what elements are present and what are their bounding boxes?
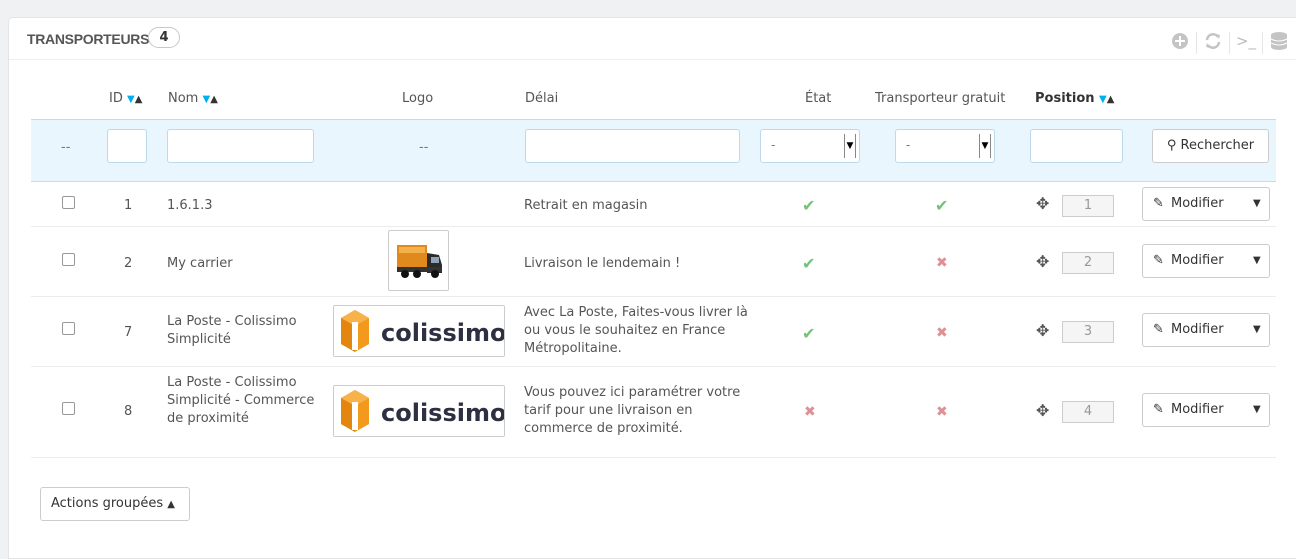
header-free: Transporteur gratuit — [875, 91, 1006, 106]
svg-text:colissimo: colissimo — [381, 319, 504, 347]
header-state: État — [805, 91, 832, 106]
row-name: La Poste - Colissimo Simplicité — [167, 314, 297, 347]
row-delay: Retrait en magasin — [524, 198, 648, 213]
row-id: 7 — [124, 325, 133, 340]
drag-handle-icon[interactable]: ✥ — [1036, 252, 1049, 271]
enabled-check-icon[interactable]: ✔ — [802, 254, 815, 273]
row-delay: Vous pouvez ici paramétrer votre tarif p… — [524, 385, 741, 436]
bulk-actions-button[interactable]: Actions groupées ▲ — [40, 487, 190, 521]
carrier-count-badge: 4 — [148, 27, 180, 48]
row-id: 8 — [124, 404, 133, 419]
chevron-down-icon: ▼ — [844, 134, 856, 158]
drag-handle-icon[interactable]: ✥ — [1036, 321, 1049, 340]
edit-button[interactable]: ✎ Modifier ▼ — [1142, 187, 1270, 221]
row-id: 2 — [124, 256, 133, 271]
row-checkbox[interactable] — [62, 196, 75, 209]
filter-row: -- -- - ▼ - ▼ ⚲ Rechercher — [31, 119, 1276, 182]
caret-up-icon: ▲ — [167, 499, 175, 510]
drag-handle-icon[interactable]: ✥ — [1036, 401, 1049, 420]
carrier-logo-colissimo: colissimo — [333, 305, 506, 357]
row-name: La Poste - Colissimo Simplicité - Commer… — [167, 375, 315, 426]
delay-filter-input[interactable] — [525, 129, 740, 163]
header-name[interactable]: Nom ▼▲ — [168, 91, 218, 106]
header-position[interactable]: Position ▼▲ — [1035, 91, 1114, 106]
sort-arrows-icon[interactable]: ▼▲ — [1099, 94, 1114, 105]
drag-handle-icon[interactable]: ✥ — [1036, 194, 1049, 213]
not-free-cross-icon[interactable]: ✖ — [936, 255, 948, 271]
checkbox-filter-placeholder: -- — [61, 140, 71, 155]
panel-heading: TRANSPORTEURS 4 >_ — [9, 18, 1296, 60]
refresh-icon[interactable] — [1202, 30, 1224, 52]
search-icon: ⚲ — [1166, 138, 1177, 153]
state-filter-select[interactable]: - ▼ — [760, 129, 860, 163]
chevron-down-icon[interactable]: ▼ — [1253, 394, 1261, 426]
enabled-check-icon[interactable]: ✔ — [802, 196, 815, 215]
position-value: 3 — [1062, 321, 1114, 343]
position-value: 2 — [1062, 252, 1114, 274]
row-checkbox[interactable] — [62, 253, 75, 266]
row-delay: Avec La Poste, Faites-vous livrer là ou … — [524, 305, 748, 356]
chevron-down-icon[interactable]: ▼ — [1253, 245, 1261, 277]
free-check-icon[interactable]: ✔ — [935, 196, 948, 215]
search-button[interactable]: ⚲ Rechercher — [1152, 129, 1269, 163]
sort-arrows-icon[interactable]: ▼▲ — [202, 94, 217, 105]
chevron-down-icon: ▼ — [979, 134, 991, 158]
edit-button[interactable]: ✎ Modifier ▼ — [1142, 244, 1270, 278]
edit-button[interactable]: ✎ Modifier ▼ — [1142, 313, 1270, 347]
position-value: 1 — [1062, 195, 1114, 217]
header-logo: Logo — [402, 91, 434, 106]
row-name: My carrier — [167, 256, 233, 271]
enabled-check-icon[interactable]: ✔ — [802, 324, 815, 343]
header-delay: Délai — [525, 91, 559, 106]
svg-text:colissimo: colissimo — [381, 399, 504, 427]
pencil-icon: ✎ — [1153, 402, 1164, 417]
carrier-logo-colissimo: colissimo — [333, 385, 506, 437]
chevron-down-icon[interactable]: ▼ — [1253, 314, 1261, 346]
add-icon[interactable] — [1169, 30, 1191, 52]
row-name: 1.6.1.3 — [167, 198, 213, 213]
row-checkbox[interactable] — [62, 402, 75, 415]
chevron-down-icon[interactable]: ▼ — [1253, 188, 1261, 220]
panel-title: TRANSPORTEURS — [27, 31, 150, 47]
logo-filter-placeholder: -- — [419, 140, 429, 155]
carrier-logo-truck — [388, 230, 449, 291]
not-free-cross-icon[interactable]: ✖ — [936, 404, 948, 420]
pencil-icon: ✎ — [1153, 322, 1164, 337]
pencil-icon: ✎ — [1153, 253, 1164, 268]
pencil-icon: ✎ — [1153, 196, 1164, 211]
row-delay: Livraison le lendemain ! — [524, 256, 681, 271]
not-free-cross-icon[interactable]: ✖ — [936, 325, 948, 341]
header-id[interactable]: ID ▼▲ — [109, 91, 142, 106]
free-filter-select[interactable]: - ▼ — [895, 129, 995, 163]
sort-arrows-icon[interactable]: ▼▲ — [127, 94, 142, 105]
position-filter-input[interactable] — [1030, 129, 1123, 163]
sql-icon[interactable]: >_ — [1235, 30, 1257, 52]
disabled-cross-icon[interactable]: ✖ — [804, 404, 816, 420]
database-icon[interactable] — [1268, 30, 1290, 52]
edit-button[interactable]: ✎ Modifier ▼ — [1142, 393, 1270, 427]
id-filter-input[interactable] — [107, 129, 147, 163]
name-filter-input[interactable] — [167, 129, 314, 163]
row-id: 1 — [124, 198, 133, 213]
row-checkbox[interactable] — [62, 322, 75, 335]
position-value: 4 — [1062, 401, 1114, 423]
